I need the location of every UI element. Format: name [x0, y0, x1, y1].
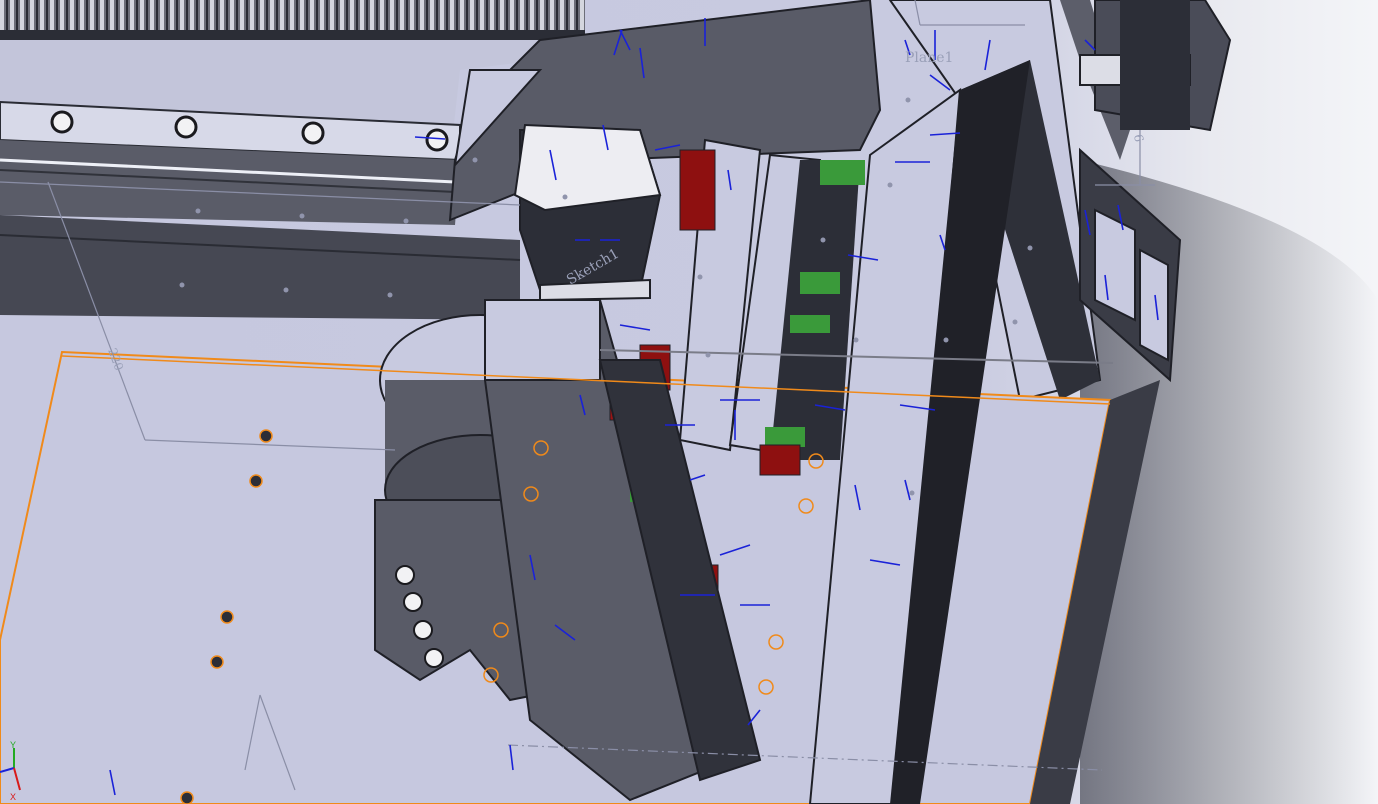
stepper-motor-right [1079, 0, 1232, 132]
cad-3d-viewport[interactable]: Plane1 Sketch1 220 6 Y X [0, 0, 1378, 804]
dimension-6[interactable]: 6 [1131, 133, 1146, 143]
plane-label[interactable]: Plane1 [905, 50, 953, 66]
triad-y-label: Y [10, 740, 16, 750]
cad-model-scene: Plane1 Sketch1 220 6 Y X [0, 0, 1378, 804]
lead-screw [0, 0, 585, 42]
triad-x-label: X [10, 792, 16, 802]
